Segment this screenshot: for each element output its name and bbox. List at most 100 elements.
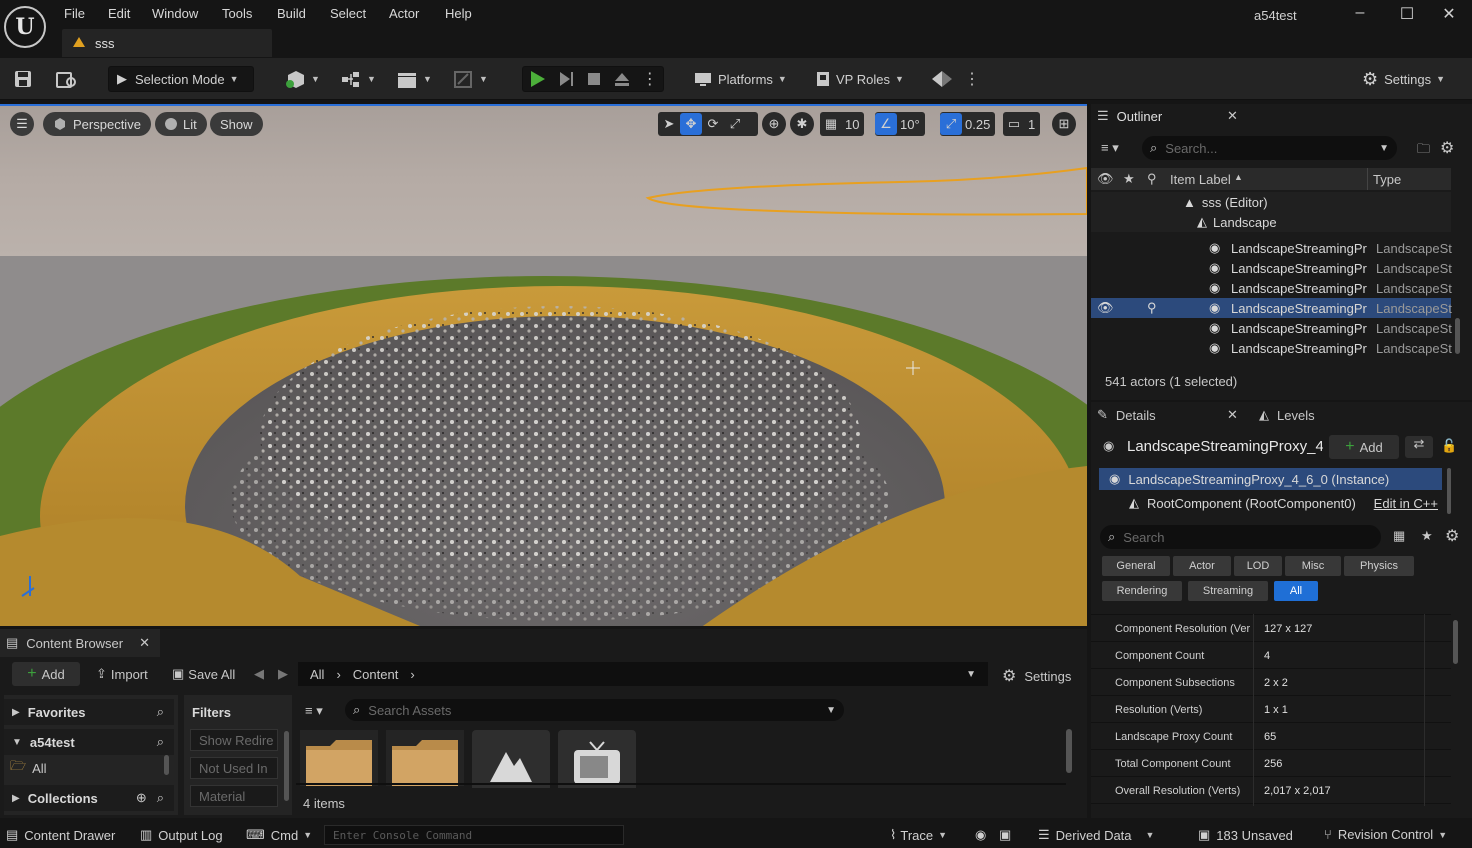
play-icon[interactable]	[528, 70, 546, 88]
stop-icon[interactable]	[585, 70, 603, 88]
vp-roles-button[interactable]: VP Roles ▼	[814, 66, 904, 92]
derived-data-button[interactable]: ☰ Derived Data ▼	[1038, 827, 1154, 843]
grid-snap-toggle[interactable]: ▦ 10	[820, 112, 865, 136]
filter-chip[interactable]: Not Used In	[190, 757, 278, 779]
menu-tools[interactable]: Tools	[222, 6, 252, 22]
levels-tab[interactable]: ◭ Levels	[1259, 407, 1315, 423]
toolbar-more-icon[interactable]: ⋮	[964, 69, 980, 89]
step-icon[interactable]	[557, 70, 575, 88]
favorite-header-icon[interactable]: ★	[1123, 171, 1135, 187]
search-icon[interactable]: ⌕	[157, 790, 164, 806]
actor-name[interactable]: LandscapeStreamingProxy_4	[1127, 438, 1323, 455]
more-options-icon[interactable]: ⋮	[642, 69, 658, 89]
trace-button[interactable]: ⌇ Trace ▼	[890, 827, 947, 843]
category-button[interactable]: Streaming	[1188, 581, 1268, 601]
output-log-button[interactable]: ▥ Output Log	[140, 827, 223, 843]
outliner-scrollbar[interactable]	[1455, 318, 1460, 354]
platforms-button[interactable]: Platforms ▼	[694, 66, 790, 92]
category-button[interactable]: All	[1274, 581, 1318, 601]
close-outliner-icon[interactable]: ✕	[1227, 108, 1238, 124]
menu-window[interactable]: Window	[152, 6, 198, 22]
save-icon[interactable]	[13, 69, 33, 89]
grid-snap-value[interactable]: 10	[842, 117, 864, 132]
menu-actor[interactable]: Actor	[389, 6, 419, 22]
category-button[interactable]: General	[1102, 556, 1170, 576]
back-icon[interactable]: ◀	[254, 666, 264, 682]
surface-snap-icon[interactable]: ✱	[790, 112, 814, 136]
outliner-landscape-row[interactable]: ◭ Landscape	[1091, 212, 1451, 232]
asset-search-input[interactable]: ⌕ Search Assets ▼	[345, 699, 844, 721]
property-matrix-icon[interactable]: ▦	[1393, 528, 1405, 544]
add-collection-icon[interactable]: ⊕	[136, 790, 147, 806]
eject-icon[interactable]	[613, 70, 631, 88]
add-actor-button[interactable]: ▼	[284, 66, 324, 92]
rotation-snap-value[interactable]: 10°	[897, 117, 925, 132]
show-button[interactable]: Show	[210, 112, 263, 136]
select-arrow-icon[interactable]: ➤	[658, 113, 680, 135]
translate-icon[interactable]: ✥	[680, 113, 702, 135]
menu-select[interactable]: Select	[330, 6, 366, 22]
menu-edit[interactable]: Edit	[108, 6, 130, 22]
content-settings-button[interactable]: ⚙ Settings	[1002, 666, 1071, 686]
blueprints-button[interactable]: ▼	[340, 66, 378, 92]
asset-filter-icon[interactable]: ≡ ▾	[305, 703, 323, 719]
search-icon[interactable]: ⌕	[157, 734, 164, 750]
cmd-button[interactable]: ⌨ Cmd ▼	[246, 827, 312, 843]
all-folder-item[interactable]: 🗁 All	[10, 757, 47, 779]
filter-icon[interactable]: ≡ ▾	[1101, 140, 1119, 156]
viewport-layout-icon[interactable]: ⊞	[1052, 112, 1076, 136]
import-button[interactable]: ⇪ Import	[96, 666, 148, 682]
item-label-header[interactable]: Item Label	[1170, 172, 1231, 187]
content-browser-tab[interactable]: ▤ Content Browser ✕	[0, 629, 160, 657]
new-folder-icon[interactable]: 🗀	[1417, 140, 1430, 162]
close-details-icon[interactable]: ✕	[1227, 407, 1238, 423]
outliner-row[interactable]: ◉ LandscapeStreamingPr LandscapeSt	[1091, 318, 1452, 338]
folder-tile[interactable]	[300, 730, 378, 786]
scale-icon[interactable]: ⤢	[724, 113, 746, 135]
filters-scrollbar[interactable]	[284, 731, 289, 801]
unsaved-button[interactable]: ▣ 183 Unsaved	[1198, 827, 1293, 843]
favorites-section[interactable]: ▶ Favorites ⌕	[4, 699, 174, 725]
viewport-menu-icon[interactable]: ☰	[10, 112, 34, 136]
details-scrollbar[interactable]	[1453, 620, 1458, 664]
visibility-eye-icon[interactable]: 👁	[1097, 300, 1114, 316]
path-bar[interactable]: All › Content › ▼	[298, 662, 988, 686]
source-control-icon[interactable]	[930, 69, 954, 89]
root-component-row[interactable]: ◭ RootComponent (RootComponent0) Edit in…	[1099, 492, 1442, 514]
selection-mode-button[interactable]: ▶ Selection Mode ▼	[108, 66, 254, 92]
settings-button[interactable]: ⚙ Settings ▼	[1362, 66, 1458, 92]
menu-help[interactable]: Help	[445, 6, 472, 22]
visibility-header-icon[interactable]: 👁	[1097, 171, 1114, 187]
content-drawer-button[interactable]: ▤ Content Drawer	[6, 827, 115, 843]
level-asset-tile[interactable]	[472, 730, 550, 788]
details-search-input[interactable]: ⌕ Search	[1100, 525, 1381, 549]
forward-icon[interactable]: ▶	[278, 666, 288, 682]
minimize-icon[interactable]: –	[1348, 4, 1372, 24]
content-add-button[interactable]: + Add	[12, 662, 80, 686]
path-content[interactable]: Content	[353, 667, 399, 682]
outliner-row[interactable]: ◉ LandscapeStreamingPr LandscapeSt	[1091, 338, 1452, 358]
category-button[interactable]: Rendering	[1102, 581, 1182, 601]
maximize-icon[interactable]: ☐	[1395, 4, 1419, 24]
search-icon[interactable]: ⌕	[157, 704, 164, 720]
folder-tile[interactable]	[386, 730, 464, 786]
revision-control-button[interactable]: ⑂ Revision Control ▼	[1324, 827, 1447, 842]
edit-in-cpp-link[interactable]: Edit in C++	[1374, 496, 1438, 511]
level-viewport[interactable]: ☰ Perspective Lit Show ➤ ✥ ⟳ ⤢ ⊕ ✱ ▦ 10 …	[0, 104, 1087, 626]
outliner-settings-icon[interactable]: ⚙	[1440, 138, 1454, 158]
map-asset-tile[interactable]	[558, 730, 636, 788]
path-dropdown-icon[interactable]: ▼	[966, 669, 976, 680]
collections-section[interactable]: ▶ Collections ⊕ ⌕	[4, 785, 174, 811]
close-window-icon[interactable]: ✕	[1437, 4, 1461, 24]
record-icon[interactable]: ◉	[975, 827, 986, 843]
close-content-browser-icon[interactable]: ✕	[139, 635, 150, 651]
scale-snap-toggle[interactable]: ⤢ 0.25	[940, 112, 996, 136]
cinematics-button[interactable]: ▼	[396, 66, 434, 92]
rotation-snap-toggle[interactable]: ∠ 10°	[875, 112, 925, 136]
component-tree-scrollbar[interactable]	[1447, 468, 1451, 514]
world-local-icon[interactable]: ⊕	[762, 112, 786, 136]
pin-icon[interactable]: ⚲	[1147, 300, 1157, 316]
category-button[interactable]: Physics	[1344, 556, 1414, 576]
path-all[interactable]: All	[310, 667, 324, 682]
browse-level-icon[interactable]	[55, 69, 79, 89]
